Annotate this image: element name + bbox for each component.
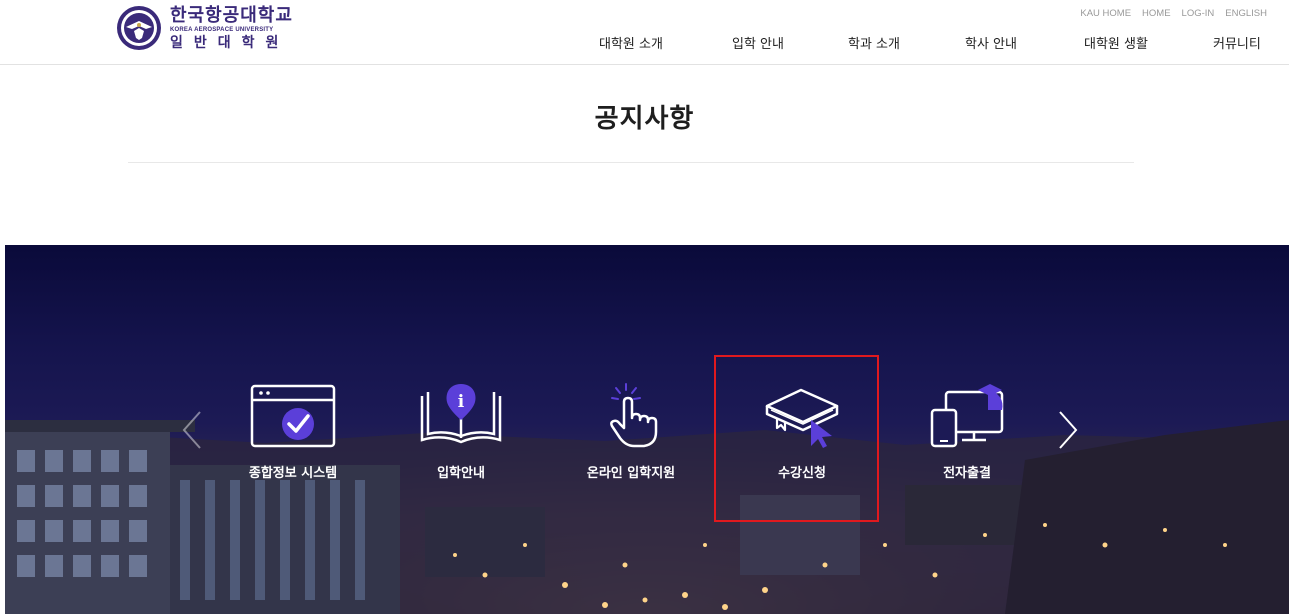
quick-menu-admission-guide[interactable]: i 입학안내 [391, 380, 531, 481]
util-link-kau-home[interactable]: KAU HOME [1080, 8, 1131, 19]
utility-links: KAU HOME HOME LOG-IN ENGLISH [1080, 8, 1267, 19]
quick-menu-label: 수강신청 [778, 466, 826, 481]
nav-item-community[interactable]: 커뮤니티 [1213, 33, 1261, 52]
nav-item-admission[interactable]: 입학 안내 [732, 33, 784, 52]
site-header: 한국항공대학교 KOREA AEROSPACE UNIVERSITY 일반대학원… [0, 0, 1289, 65]
quick-menu-label: 온라인 입학지원 [586, 466, 676, 481]
browser-check-icon [250, 384, 336, 448]
quick-menu-label: 종합정보 시스템 [248, 466, 338, 481]
util-link-home[interactable]: HOME [1142, 8, 1171, 19]
chevron-left-icon[interactable] [181, 410, 203, 450]
book-cursor-icon [765, 388, 839, 448]
chevron-right-icon[interactable] [1057, 410, 1079, 450]
util-link-english[interactable]: ENGLISH [1225, 8, 1267, 19]
hand-pointer-icon [610, 383, 658, 448]
book-info-icon: i [420, 384, 502, 444]
quick-menu-e-attendance[interactable]: 전자출결 [897, 380, 1037, 481]
logo-english-name: KOREA AEROSPACE UNIVERSITY [170, 26, 274, 33]
svg-text:i: i [458, 392, 465, 412]
title-divider [128, 162, 1134, 163]
nav-item-academics[interactable]: 학사 안내 [965, 33, 1017, 52]
logo-korean-name: 한국항공대학교 [170, 4, 293, 26]
main-navigation: 대학원 소개 입학 안내 학과 소개 학사 안내 대학원 생활 커뮤니티 [0, 33, 1289, 52]
quick-menu-portal[interactable]: 종합정보 시스템 [223, 380, 363, 481]
devices-graduation-icon [930, 384, 1004, 448]
quick-menu-label: 입학안내 [437, 466, 485, 481]
nav-item-departments[interactable]: 학과 소개 [848, 33, 900, 52]
quick-menu-label: 전자출결 [943, 466, 991, 481]
page-title: 공지사항 [594, 104, 695, 134]
util-link-login[interactable]: LOG-IN [1182, 8, 1215, 19]
nav-item-campus-life[interactable]: 대학원 생활 [1084, 33, 1148, 52]
nav-item-about[interactable]: 대학원 소개 [599, 33, 663, 52]
quick-menu-course-registration[interactable]: 수강신청 [732, 380, 872, 481]
quick-menu-banner: 종합정보 시스템 i 입학안내 온라인 입학지원 수강신청 전자출결 [5, 245, 1289, 614]
quick-menu-online-application[interactable]: 온라인 입학지원 [561, 380, 701, 481]
